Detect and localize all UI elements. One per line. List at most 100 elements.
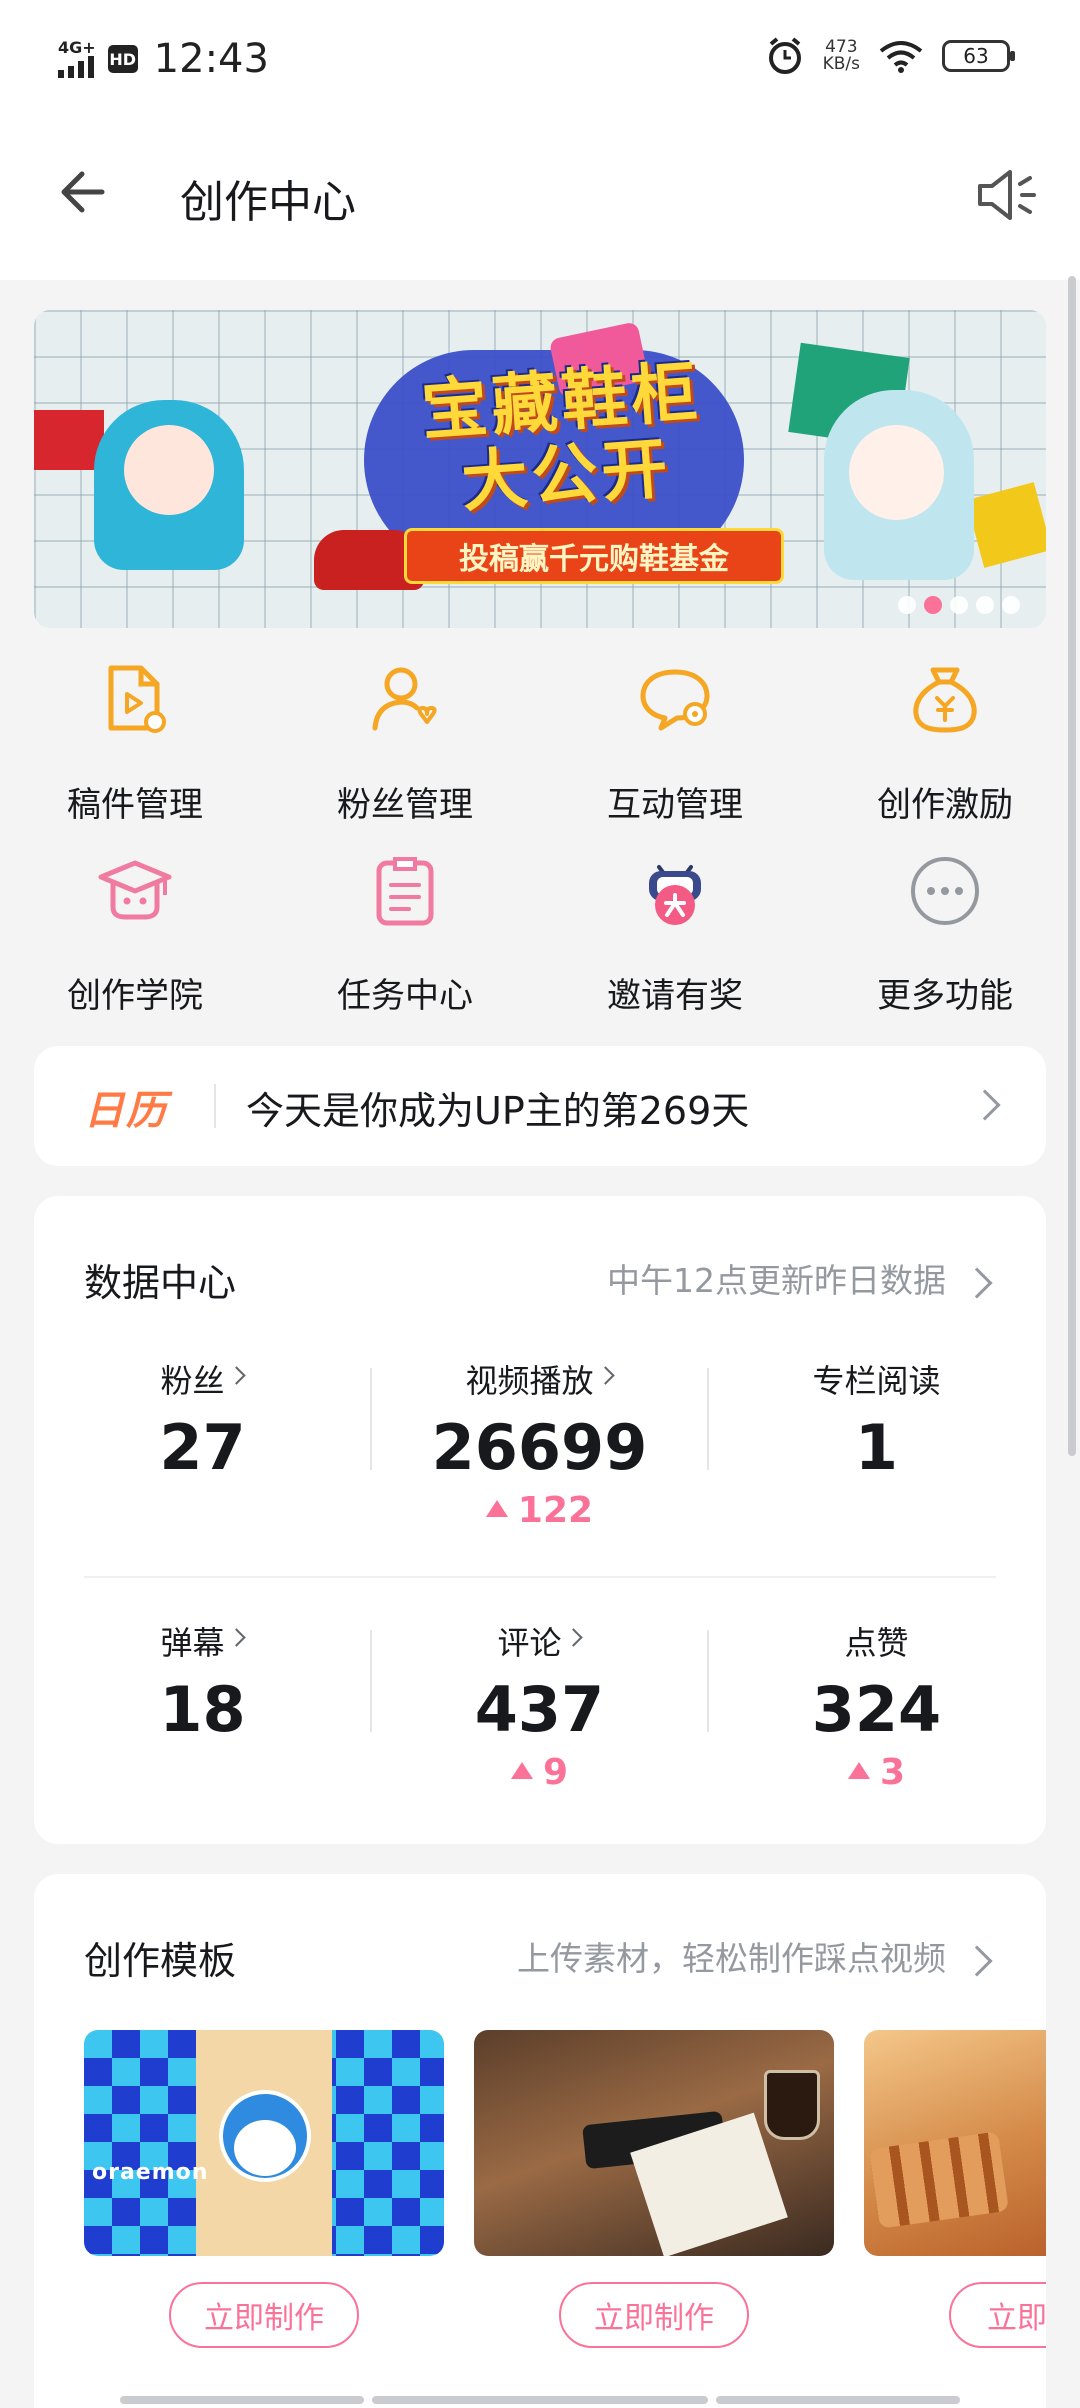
stat-value: 1 (854, 1411, 899, 1484)
battery-level: 63 (963, 44, 989, 68)
data-center-title: 数据中心 (84, 1261, 237, 1305)
make-now-button[interactable]: 立即制作 (559, 2282, 749, 2348)
template-thumbnail[interactable] (474, 2030, 834, 2256)
data-center-card: 数据中心 中午12点更新昨日数据 粉丝 27 视频播放 26699 122 专栏… (34, 1196, 1046, 1844)
stat-value: 26699 (431, 1411, 648, 1484)
calendar-text: 今天是你成为UP主的第269天 (246, 1089, 750, 1133)
chevron-right-icon (226, 1628, 246, 1647)
money-bag-icon (913, 667, 977, 733)
banner-character-left-face (124, 425, 214, 515)
thumbnail-roof (869, 2131, 1009, 2229)
thumbnail-cup (764, 2070, 820, 2140)
function-more[interactable]: 更多功能 (810, 853, 1080, 1033)
function-label: 更多功能 (877, 976, 1013, 1016)
banner-character-right-face (849, 425, 944, 520)
pagination-dot-active[interactable] (924, 596, 942, 614)
signal-bars-icon (58, 56, 94, 78)
function-tasks[interactable]: 任务中心 (270, 853, 540, 1033)
back-arrow-icon (61, 171, 105, 213)
function-label: 互动管理 (607, 785, 743, 825)
banner-pagination (898, 596, 1020, 614)
status-left: 4G+ HD 12:43 (58, 36, 269, 82)
horizontal-scrollbar-segment (716, 2396, 960, 2404)
chevron-right-icon (226, 1366, 246, 1385)
chevron-right-icon (595, 1366, 615, 1385)
stat-label: 视频播放 (465, 1356, 615, 1402)
data-center-note[interactable]: 中午12点更新昨日数据 (607, 1254, 946, 1302)
horizontal-scrollbar-segment (372, 2396, 708, 2404)
speed-unit: KB/s (822, 54, 860, 74)
network-speed: 473 KB/s (823, 39, 860, 73)
chevron-right-icon (563, 1628, 583, 1647)
fans-icon (372, 667, 437, 731)
wifi-icon (879, 41, 923, 73)
stat-delta-value: 9 (542, 1752, 569, 1793)
stats-row-divider (84, 1576, 996, 1578)
stat-label: 评论 (497, 1618, 583, 1664)
interaction-icon (640, 669, 710, 731)
alarm-icon (768, 37, 801, 74)
pagination-dot[interactable] (1002, 596, 1020, 614)
function-invite[interactable]: 邀请有奖 (540, 853, 810, 1033)
stat-label-text: 粉丝 (160, 1362, 225, 1400)
pagination-dot[interactable] (976, 596, 994, 614)
stat-delta: 9 (371, 1752, 708, 1793)
battery-icon: 63 (942, 40, 1015, 72)
make-now-button-partial[interactable]: 立即 (949, 2282, 1046, 2348)
manuscript-icon (108, 665, 166, 733)
calendar-divider (214, 1084, 216, 1128)
stat-delta: 3 (708, 1752, 1045, 1793)
stat-label-text: 视频播放 (465, 1362, 594, 1400)
thumbnail-character-face (234, 2120, 296, 2176)
clock: 12:43 (153, 36, 269, 82)
function-label: 稿件管理 (67, 785, 203, 825)
function-interaction[interactable]: 互动管理 (540, 662, 810, 842)
pagination-dot[interactable] (898, 596, 916, 614)
announcement-button[interactable] (970, 160, 1040, 230)
stat-fans[interactable]: 粉丝 27 (34, 1356, 371, 1484)
stat-comments[interactable]: 评论 437 9 (371, 1618, 708, 1793)
calendar-card[interactable]: 日历 今天是你成为UP主的第269天 (34, 1046, 1046, 1166)
function-incentive[interactable]: 创作激励 (810, 662, 1080, 842)
calendar-tag: 日历 (84, 1088, 168, 1134)
stat-label: 专栏阅读 (812, 1362, 941, 1400)
pagination-dot[interactable] (950, 596, 968, 614)
vertical-scrollbar[interactable] (1068, 276, 1076, 1456)
stat-column-reads: 专栏阅读 1 (708, 1356, 1045, 1484)
up-triangle-icon (485, 1500, 508, 1517)
stat-label: 点赞 (844, 1624, 909, 1662)
template-note[interactable]: 上传素材，轻松制作踩点视频 (517, 1932, 946, 1980)
stat-value: 324 (811, 1673, 942, 1746)
graduation-cap-icon (98, 860, 172, 920)
stat-delta-value: 122 (517, 1490, 594, 1531)
stat-video-plays[interactable]: 视频播放 26699 122 (371, 1356, 708, 1531)
function-label: 邀请有奖 (607, 976, 743, 1016)
more-dots-icon (911, 857, 979, 925)
function-label: 创作激励 (877, 785, 1013, 825)
signal-icon: 4G+ (58, 40, 96, 78)
stat-delta-value: 3 (879, 1752, 906, 1793)
up-triangle-icon (510, 1762, 533, 1779)
make-now-button[interactable]: 立即制作 (169, 2282, 359, 2348)
function-label: 粉丝管理 (337, 785, 473, 825)
banner-title: 宝藏鞋柜 大公开 (379, 353, 748, 526)
back-button[interactable] (52, 160, 116, 224)
up-triangle-icon (847, 1762, 870, 1779)
function-label: 任务中心 (337, 976, 473, 1016)
stat-value: 27 (159, 1411, 246, 1484)
template-thumbnail[interactable] (864, 2030, 1046, 2256)
stat-danmaku[interactable]: 弹幕 18 (34, 1618, 371, 1746)
stat-label: 弹幕 (160, 1618, 246, 1664)
chevron-right-icon[interactable] (961, 1267, 993, 1299)
function-academy[interactable]: 创作学院 (0, 853, 270, 1033)
banner-subtitle: 投稿赢千元购鞋基金 (404, 528, 784, 584)
page-title: 创作中心 (180, 177, 356, 228)
thumbnail-logo-text: oraemon (92, 2160, 209, 2185)
function-manuscript[interactable]: 稿件管理 (0, 662, 270, 842)
promo-banner[interactable]: 宝藏鞋柜 大公开 投稿赢千元购鞋基金 (34, 310, 1046, 628)
function-fans[interactable]: 粉丝管理 (270, 662, 540, 842)
network-type: 4G+ (58, 38, 96, 57)
function-label: 创作学院 (67, 976, 203, 1016)
chevron-right-icon[interactable] (961, 1945, 993, 1977)
template-thumbnail[interactable]: oraemon (84, 2030, 444, 2256)
